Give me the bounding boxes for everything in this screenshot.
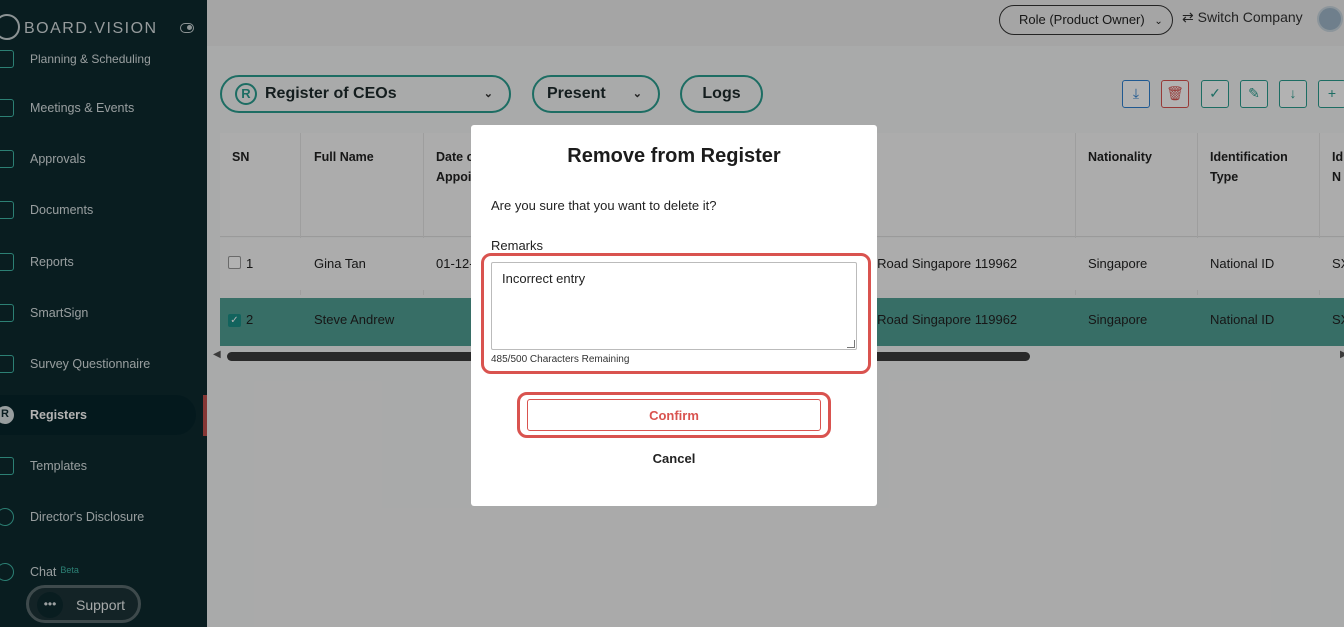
resize-grip-icon[interactable] bbox=[847, 340, 855, 348]
remarks-label: Remarks bbox=[491, 238, 544, 253]
dialog-title: Remove from Register bbox=[567, 145, 781, 167]
cancel-button[interactable]: Cancel bbox=[624, 447, 724, 469]
character-counter: 485/500 Characters Remaining bbox=[491, 354, 630, 365]
confirm-button[interactable]: Confirm bbox=[527, 399, 821, 431]
dialog-message: Are you sure that you want to delete it? bbox=[491, 198, 717, 213]
remarks-textarea[interactable]: Incorrect entry bbox=[491, 262, 857, 350]
remove-register-dialog: Remove from Register Are you sure that y… bbox=[471, 125, 877, 506]
